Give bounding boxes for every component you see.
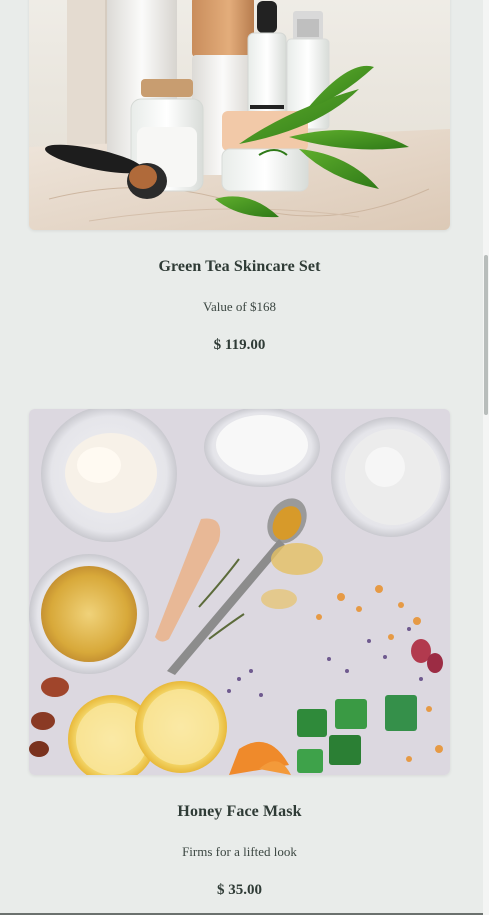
product-title[interactable]: Green Tea Skincare Set [29, 258, 450, 276]
product-card-honey-face-mask[interactable]: Honey Face Mask Firms for a lifted look … [29, 409, 450, 899]
product-list: Green Tea Skincare Set Value of $168 $ 1… [0, 0, 483, 915]
product-subtitle: Firms for a lifted look [182, 844, 297, 859]
product-subtitle: Value of $168 [203, 299, 276, 314]
product-card-green-tea-skincare-set[interactable]: Green Tea Skincare Set Value of $168 $ 1… [29, 0, 450, 354]
scrollbar-thumb[interactable] [484, 255, 488, 415]
product-image-face-mask[interactable] [29, 409, 450, 775]
product-title[interactable]: Honey Face Mask [29, 803, 450, 821]
product-price: $ 35.00 [217, 882, 262, 898]
product-image-skincare-set[interactable] [29, 0, 450, 230]
vertical-scrollbar[interactable] [483, 0, 489, 915]
product-price: $ 119.00 [213, 337, 266, 353]
